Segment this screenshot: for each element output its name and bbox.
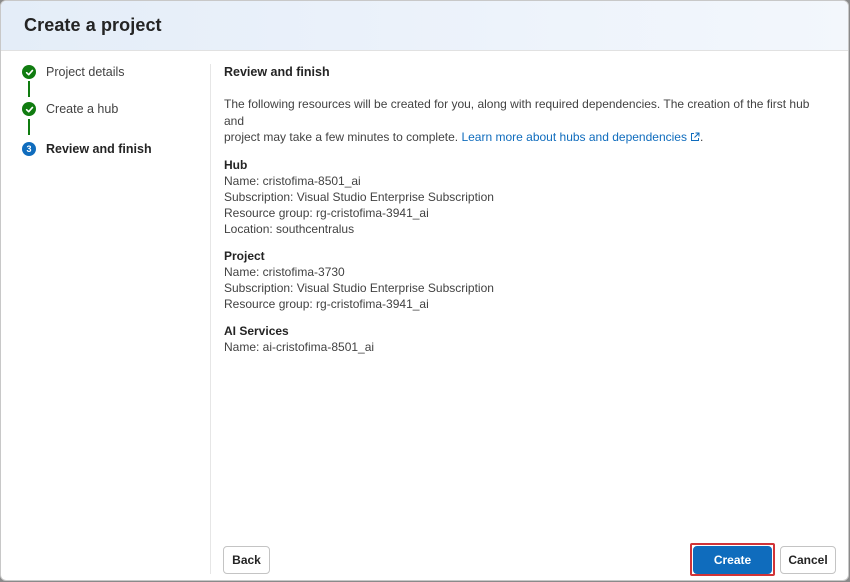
review-heading: Review and finish bbox=[224, 65, 330, 79]
hub-resource-group: Resource group: rg-cristofima-3941_ai bbox=[224, 205, 429, 220]
checkmark-icon bbox=[22, 102, 36, 116]
step-label: Project details bbox=[46, 65, 125, 79]
create-project-dialog: Create a project Project details Create … bbox=[0, 0, 849, 581]
step-project-details[interactable]: Project details bbox=[22, 62, 125, 82]
vertical-divider bbox=[210, 64, 211, 574]
learn-more-link[interactable]: Learn more about hubs and dependencies bbox=[461, 130, 700, 144]
create-button[interactable]: Create bbox=[693, 546, 772, 574]
hub-name: Name: cristofima-8501_ai bbox=[224, 173, 361, 188]
review-panel: Review and finish The following resource… bbox=[224, 65, 824, 355]
intro-text-line2: project may take a few minutes to comple… bbox=[224, 130, 459, 144]
step-number-badge: 3 bbox=[22, 142, 36, 156]
step-connector bbox=[28, 81, 30, 97]
step-connector bbox=[28, 119, 30, 135]
checkmark-icon bbox=[22, 65, 36, 79]
step-label: Review and finish bbox=[46, 142, 152, 156]
hub-subscription: Subscription: Visual Studio Enterprise S… bbox=[224, 189, 494, 204]
step-label: Create a hub bbox=[46, 102, 119, 116]
ai-services-name: Name: ai-cristofima-8501_ai bbox=[224, 339, 375, 354]
learn-more-label: Learn more about hubs and dependencies bbox=[461, 130, 687, 144]
intro-text-line1: The following resources will be created … bbox=[224, 97, 810, 128]
intro-period: . bbox=[699, 130, 704, 144]
cancel-button[interactable]: Cancel bbox=[780, 546, 836, 574]
back-button[interactable]: Back bbox=[223, 546, 270, 574]
step-review-and-finish[interactable]: 3 Review and finish bbox=[22, 139, 152, 159]
wizard-steps bbox=[1, 51, 211, 580]
hub-location: Location: southcentralus bbox=[224, 221, 355, 236]
project-section-title: Project bbox=[224, 248, 265, 263]
ai-services-section-title: AI Services bbox=[224, 323, 289, 338]
step-create-hub[interactable]: Create a hub bbox=[22, 99, 118, 119]
external-link-icon bbox=[690, 132, 700, 141]
dialog-header: Create a project bbox=[1, 1, 848, 51]
review-intro: The following resources will be created … bbox=[224, 96, 824, 146]
project-name: Name: cristofima-3730 bbox=[224, 264, 345, 279]
dialog-title: Create a project bbox=[24, 15, 162, 35]
project-subscription: Subscription: Visual Studio Enterprise S… bbox=[224, 280, 494, 295]
hub-section-title: Hub bbox=[224, 157, 248, 172]
project-resource-group: Resource group: rg-cristofima-3941_ai bbox=[224, 296, 429, 311]
